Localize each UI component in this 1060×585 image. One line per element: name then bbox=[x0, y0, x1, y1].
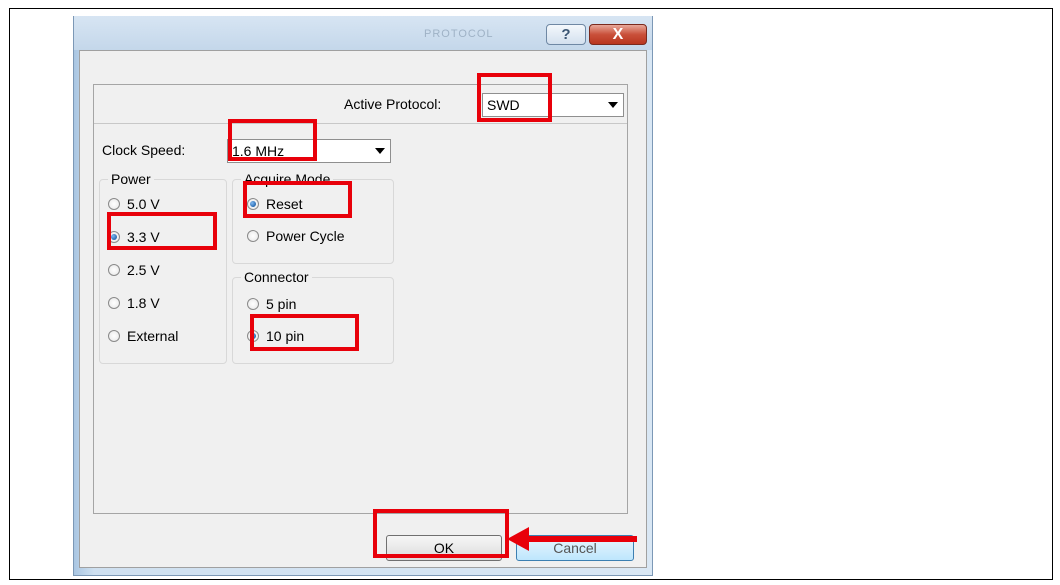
connector-option-5pin[interactable]: 5 pin bbox=[247, 296, 296, 312]
active-protocol-label: Active Protocol: bbox=[344, 96, 442, 112]
help-button[interactable]: ? bbox=[546, 24, 586, 45]
radio-icon bbox=[247, 298, 259, 310]
highlight-active-protocol bbox=[477, 73, 552, 122]
title-bar[interactable]: PROTOCOL ? X bbox=[74, 16, 652, 50]
highlight-clock-speed bbox=[228, 119, 317, 161]
settings-panel: Active Protocol: SWD Clock Speed: 1.6 MH… bbox=[93, 84, 628, 514]
close-icon: X bbox=[612, 25, 624, 43]
dialog-client-area: Active Protocol: SWD Clock Speed: 1.6 MH… bbox=[79, 50, 647, 568]
power-group: Power 5.0 V 3.3 V 2.5 V 1.8 V External bbox=[99, 171, 227, 364]
radio-label: 5 pin bbox=[266, 296, 297, 312]
radio-icon bbox=[108, 297, 120, 309]
clock-speed-label: Clock Speed: bbox=[102, 142, 186, 158]
arrow-left-icon bbox=[507, 527, 637, 551]
highlight-power-3v3 bbox=[107, 212, 217, 250]
highlight-connector-10pin bbox=[250, 314, 359, 351]
radio-icon bbox=[108, 198, 120, 210]
power-option-1v8[interactable]: 1.8 V bbox=[108, 295, 160, 311]
radio-label: External bbox=[127, 328, 179, 344]
acquire-option-power-cycle[interactable]: Power Cycle bbox=[247, 228, 345, 244]
chevron-down-icon bbox=[375, 148, 385, 154]
radio-icon bbox=[108, 264, 120, 276]
power-option-external[interactable]: External bbox=[108, 328, 178, 344]
highlight-acquire-reset bbox=[243, 181, 352, 218]
chevron-down-icon bbox=[608, 102, 618, 108]
power-option-5v[interactable]: 5.0 V bbox=[108, 196, 160, 212]
dialog-title: PROTOCOL bbox=[424, 28, 494, 40]
power-option-2v5[interactable]: 2.5 V bbox=[108, 262, 160, 278]
settings-dialog: PROTOCOL ? X Active Protocol: SWD Clock … bbox=[73, 16, 653, 576]
close-button[interactable]: X bbox=[589, 24, 647, 45]
radio-icon bbox=[247, 230, 259, 242]
radio-icon bbox=[108, 330, 120, 342]
radio-label: 5.0 V bbox=[127, 196, 160, 212]
radio-label: 2.5 V bbox=[127, 262, 160, 278]
help-icon: ? bbox=[561, 26, 571, 43]
connector-title: Connector bbox=[241, 269, 312, 285]
power-group-title: Power bbox=[108, 171, 154, 187]
radio-label: 1.8 V bbox=[127, 295, 160, 311]
highlight-ok-button bbox=[373, 509, 509, 558]
protocol-settings: Clock Speed: 1.6 MHz Power 5.0 V 3.3 V 2… bbox=[94, 123, 627, 514]
radio-label: Power Cycle bbox=[266, 228, 345, 244]
